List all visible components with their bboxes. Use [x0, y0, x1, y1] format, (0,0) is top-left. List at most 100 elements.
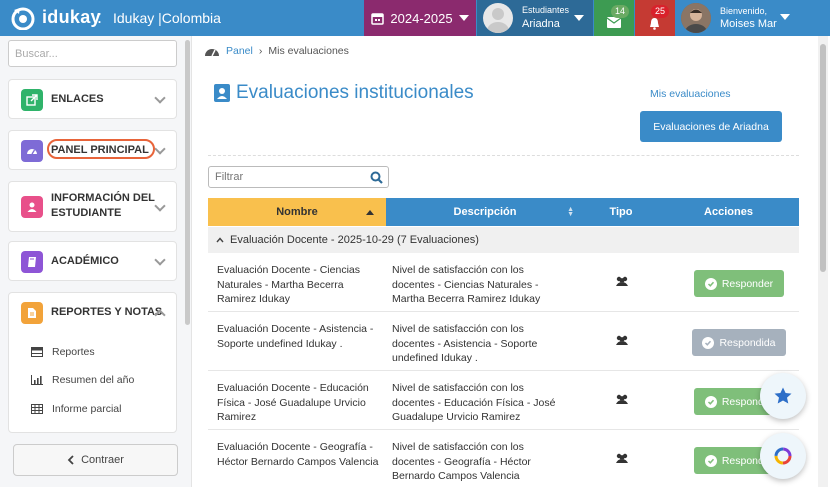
sort-icon: ▲ ▼ — [567, 206, 574, 218]
collapse-sidebar-button[interactable]: Contraer — [13, 444, 178, 476]
chevron-down-icon — [154, 200, 166, 212]
column-header-label: Nombre — [276, 206, 318, 218]
external-link-icon — [21, 89, 43, 111]
assistant-button[interactable] — [760, 433, 806, 479]
table-row: Evaluación Docente - Geografía - Héctor … — [208, 431, 799, 487]
user-name: Moises Mar — [720, 18, 777, 30]
user-card-icon — [214, 84, 230, 102]
document-icon — [21, 302, 43, 324]
user-photo-icon — [681, 3, 711, 33]
users-group-icon — [616, 453, 628, 463]
page-title-text: Evaluaciones institucionales — [236, 82, 474, 103]
chevron-up-icon — [216, 237, 224, 243]
evaluation-name: Evaluación Docente - Geografía - Héctor … — [217, 441, 379, 468]
dashboard-gauge-icon — [205, 49, 219, 57]
chevron-left-icon — [67, 455, 74, 465]
respond-button[interactable]: Responder — [694, 270, 784, 297]
main-content: Panel › Mis evaluaciones Evaluaciones in… — [192, 36, 830, 487]
sidebar: ENLACES PANEL PRINCIPAL INFORMACIÓN DEL … — [0, 36, 192, 487]
submenu-item-reportes[interactable]: Reportes — [31, 346, 95, 358]
group-label: Evaluación Docente - 2025-10-29 (7 Evalu… — [230, 234, 479, 246]
check-circle-icon — [704, 395, 717, 408]
notifications-button[interactable]: 25 — [635, 0, 675, 36]
filter-box — [208, 166, 389, 188]
table-icon — [31, 347, 43, 357]
search-icon[interactable] — [370, 171, 383, 184]
sidebar-search-input[interactable] — [8, 40, 177, 67]
filter-input[interactable] — [209, 167, 359, 187]
school-year-selector[interactable]: 2024-2025 — [364, 0, 476, 36]
school-year-label: 2024-2025 — [390, 10, 453, 26]
sidebar-item-label: ENLACES — [51, 93, 104, 105]
chevron-down-icon — [154, 254, 166, 266]
idukay-logo-icon[interactable] — [10, 6, 36, 30]
messages-button[interactable]: 14 — [594, 0, 634, 36]
sidebar-item-label-line2: ESTUDIANTE — [51, 207, 122, 219]
favorites-button[interactable] — [760, 373, 806, 419]
respond-button-label: Responder — [721, 277, 774, 290]
sidebar-item-label: ACADÉMICO — [51, 255, 119, 267]
brand-name: idukay — [42, 7, 101, 27]
evaluation-description: Nivel de satisfacción con los docentes -… — [392, 323, 538, 364]
scrollbar-thumb[interactable] — [820, 44, 826, 272]
sidebar-item-label-line1: INFORMACIÓN DEL — [51, 192, 155, 204]
answered-button[interactable]: Respondida — [692, 329, 786, 356]
notifications-count-badge: 25 — [651, 5, 670, 18]
student-name: Ariadna — [522, 18, 560, 30]
submenu-item-informe-parcial[interactable]: Informe parcial — [31, 403, 121, 415]
sidebar-item-informacion-estudiante[interactable]: INFORMACIÓN DEL ESTUDIANTE — [8, 181, 177, 232]
user-silhouette-icon — [487, 8, 509, 33]
submenu-item-label: Resumen del año — [52, 374, 135, 386]
welcome-text: Bienvenido, — [720, 6, 768, 16]
evaluation-name: Evaluación Docente - Ciencias Naturales … — [217, 264, 360, 305]
calendar-icon — [371, 12, 385, 25]
breadcrumb-panel-link[interactable]: Panel — [226, 45, 253, 57]
check-circle-icon — [704, 454, 717, 467]
user-avatar — [681, 3, 711, 33]
divider — [208, 155, 799, 156]
column-header-label: Acciones — [704, 206, 753, 218]
users-group-icon — [616, 335, 628, 345]
answered-button-label: Respondida — [719, 336, 776, 349]
chevron-down-icon — [574, 15, 584, 21]
submenu-item-resumen[interactable]: Resumen del año — [31, 374, 134, 386]
main-scrollbar[interactable] — [818, 36, 828, 487]
group-row[interactable]: Evaluación Docente - 2025-10-29 (7 Evalu… — [208, 227, 799, 253]
evaluation-description: Nivel de satisfacción con los docentes -… — [392, 441, 531, 482]
chevron-down-icon — [458, 15, 469, 21]
messages-count-badge: 14 — [611, 5, 630, 18]
brand-separator: : — [97, 7, 103, 27]
sidebar-item-reportes-notas[interactable]: REPORTES Y NOTAS Reportes Resumen del añ… — [8, 292, 177, 433]
chevron-down-icon — [780, 14, 790, 20]
evaluation-name: Evaluación Docente - Asistencia - Soport… — [217, 323, 374, 350]
assistant-logo-icon — [774, 447, 792, 465]
student-label: Estudiantes — [522, 5, 570, 15]
column-header-descripcion[interactable]: Descripción ▲ ▼ — [386, 198, 584, 226]
sidebar-scrollbar[interactable] — [185, 40, 190, 325]
table-row: Evaluación Docente - Asistencia - Soport… — [208, 313, 799, 371]
sidebar-item-academico[interactable]: ACADÉMICO — [8, 241, 177, 281]
column-header-label: Descripción — [453, 206, 517, 218]
column-header-tipo: Tipo — [584, 198, 658, 226]
users-group-icon — [616, 394, 628, 404]
dashboard-gauge-icon — [21, 140, 43, 162]
sidebar-item-enlaces[interactable]: ENLACES — [8, 79, 177, 119]
bell-icon — [650, 18, 659, 30]
star-icon — [774, 387, 792, 404]
breadcrumb-current: Mis evaluaciones — [268, 45, 349, 57]
check-circle-icon — [702, 336, 715, 349]
envelope-icon — [607, 17, 621, 28]
my-evaluations-link[interactable]: Mis evaluaciones — [650, 88, 731, 100]
student-avatar — [483, 3, 513, 33]
column-header-nombre[interactable]: Nombre — [208, 198, 386, 226]
ariadna-evaluations-button[interactable]: Evaluaciones de Ariadna — [640, 111, 782, 142]
grid-icon — [31, 404, 43, 414]
table-row: Evaluación Docente - Ciencias Naturales … — [208, 254, 799, 312]
column-header-label: Tipo — [609, 206, 633, 218]
user-menu[interactable]: Bienvenido, Moises Mar — [676, 0, 800, 36]
table-header: Nombre Descripción ▲ ▼ Tipo Acciones — [208, 198, 799, 226]
page-title: Evaluaciones institucionales — [214, 82, 474, 104]
chevron-down-icon — [154, 143, 166, 155]
evaluation-description: Nivel de satisfacción con los docentes -… — [392, 382, 556, 423]
student-selector[interactable]: Estudiantes Ariadna — [477, 0, 593, 36]
